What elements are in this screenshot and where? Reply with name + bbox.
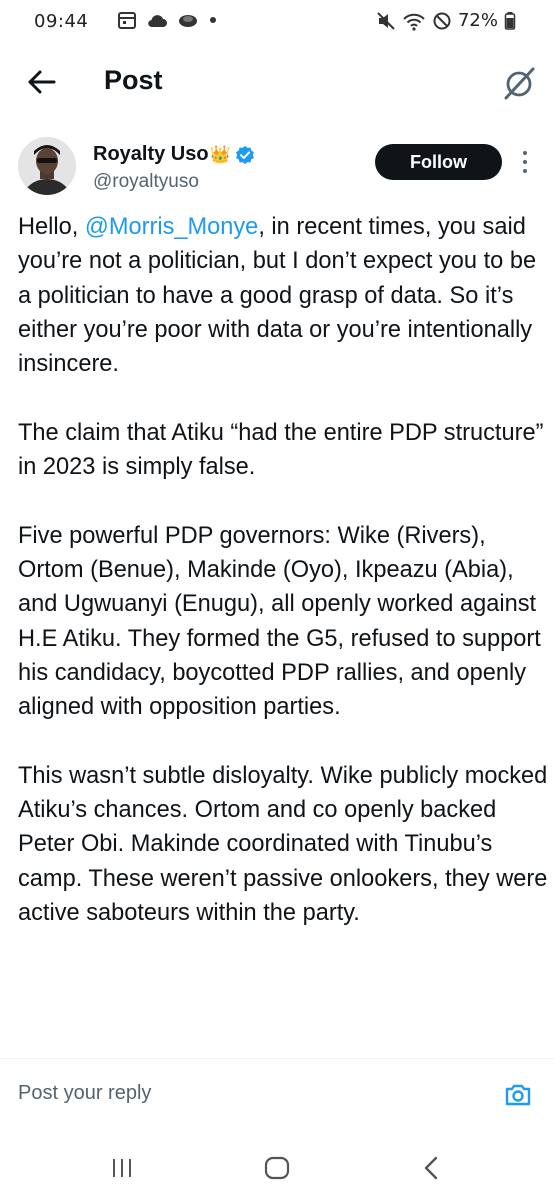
camera-icon[interactable] [503, 1080, 533, 1110]
system-navigation-bar [0, 1134, 554, 1200]
calendar-icon [118, 12, 136, 29]
tweet-paragraph-4: This wasn’t subtle disloyalty. Wike publ… [18, 762, 548, 926]
wifi-icon [403, 13, 425, 31]
battery-percent: 72% [457, 10, 498, 31]
back-arrow-icon[interactable] [22, 62, 62, 102]
author-name[interactable]: Royalty Uso [93, 143, 209, 166]
page-title: Post [104, 65, 163, 95]
more-options-icon[interactable] [517, 148, 533, 176]
status-time: 09:44 [34, 11, 89, 32]
tweet-paragraph-2: The claim that Atiku “had the entire PDP… [18, 419, 544, 481]
mention-link[interactable]: @Morris_Monye [85, 214, 258, 240]
verified-badge-icon [235, 145, 254, 164]
tweet-text-prefix: Hello, [18, 214, 85, 240]
no-disturb-icon [433, 12, 451, 29]
author-handle[interactable]: @royaltyuso [93, 171, 199, 193]
back-icon[interactable] [420, 1155, 442, 1181]
tweet-paragraph-3: Five powerful PDP governors: Wike (River… [18, 522, 541, 721]
follow-button[interactable]: Follow [375, 144, 502, 180]
status-bar: 09:44 72% [0, 0, 554, 44]
cloud-icon [148, 15, 167, 28]
tweet-paragraph-1: Hello, @Morris_Monye, in recent times, y… [18, 210, 548, 381]
top-app-bar: Post [0, 44, 554, 120]
reply-divider [0, 1058, 554, 1059]
crown-emoji: 👑 [209, 144, 231, 164]
reply-input[interactable]: Post your reply [18, 1082, 151, 1105]
status-left-icons [117, 10, 218, 30]
grok-icon[interactable] [500, 64, 538, 102]
recent-apps-icon[interactable] [110, 1157, 134, 1179]
dot-icon [210, 17, 216, 23]
home-icon[interactable] [264, 1156, 290, 1180]
mute-icon [377, 11, 395, 30]
author-name-row: Royalty Uso 👑 [93, 143, 255, 166]
status-right-icons: 72% [376, 10, 516, 31]
weather-icon [179, 15, 197, 27]
avatar[interactable] [18, 137, 76, 195]
avatar-image [18, 137, 76, 195]
tweet-text: Hello, @Morris_Monye, in recent times, y… [18, 210, 548, 965]
battery-icon [504, 11, 516, 30]
